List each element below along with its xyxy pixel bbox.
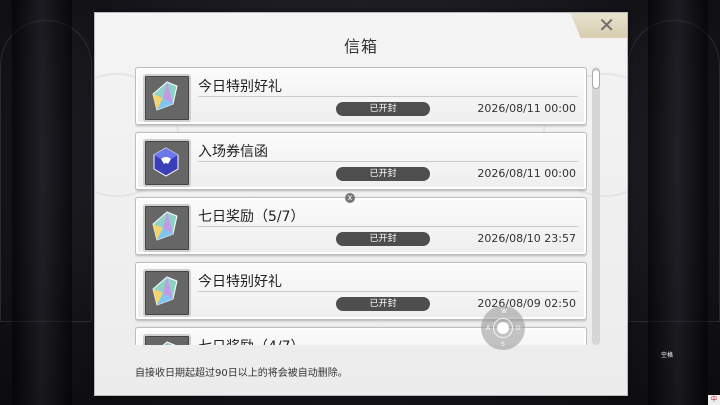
space-key-hint: 空格 [661,352,674,359]
mail-title: 今日特别好礼 [198,79,282,95]
background-pillar-left [12,0,72,405]
mail-title: 今日特别好礼 [198,274,282,290]
auto-delete-note: 自接收日期起超过90日以上的将会被自动删除。 [135,368,348,379]
scrollbar[interactable] [592,67,600,345]
scroll-thumb[interactable] [592,69,600,89]
mailbox-panel: 信箱 ✕ 今日特别好礼 已开封 2026/08/11 00:00 入场券信函 已… [94,12,628,396]
status-badge: 已开封 [336,167,430,181]
ime-badge: 中 [708,395,720,405]
divider [198,226,578,227]
crystal-icon [143,204,191,252]
crystal-icon [143,334,191,345]
virtual-joystick[interactable]: W A D S [481,306,525,350]
joystick-up-label: W [501,308,507,315]
mail-list[interactable]: 今日特别好礼 已开封 2026/08/11 00:00 入场券信函 已开封 20… [135,67,587,345]
joystick-left-label: A [486,325,491,332]
status-badge: 已开封 [336,297,430,311]
ticket-cube-icon [143,139,191,187]
mail-item[interactable]: 今日特别好礼 已开封 2026/08/11 00:00 [135,67,587,125]
divider [198,161,578,162]
joystick-knob[interactable] [497,322,509,334]
mail-title: 七日奖励（5/7） [198,209,305,225]
mail-date: 2026/08/11 00:00 [477,102,576,115]
small-close-icon[interactable]: x [345,193,355,203]
mail-title: 七日奖励（4/7） [198,336,305,345]
mail-title: 入场券信函 [198,144,268,160]
joystick-right-label: D [516,325,521,332]
mail-date: 2026/08/10 23:57 [477,232,576,245]
status-badge: 已开封 [336,232,430,246]
mail-item[interactable]: 今日特别好礼 已开封 2026/08/09 02:50 [135,262,587,320]
background-pillar-right [648,0,708,405]
mail-item[interactable]: 入场券信函 已开封 2026/08/11 00:00 [135,132,587,190]
mail-item[interactable]: 七日奖励（5/7） 已开封 2026/08/10 23:57 [135,197,587,255]
crystal-icon [143,74,191,122]
divider [198,96,578,97]
mail-date: 2026/08/11 00:00 [477,167,576,180]
status-badge: 已开封 [336,102,430,116]
close-icon[interactable]: ✕ [598,13,615,37]
crystal-icon [143,269,191,317]
mailbox-title: 信箱 [343,37,378,56]
divider [198,291,578,292]
joystick-down-label: S [501,341,505,348]
